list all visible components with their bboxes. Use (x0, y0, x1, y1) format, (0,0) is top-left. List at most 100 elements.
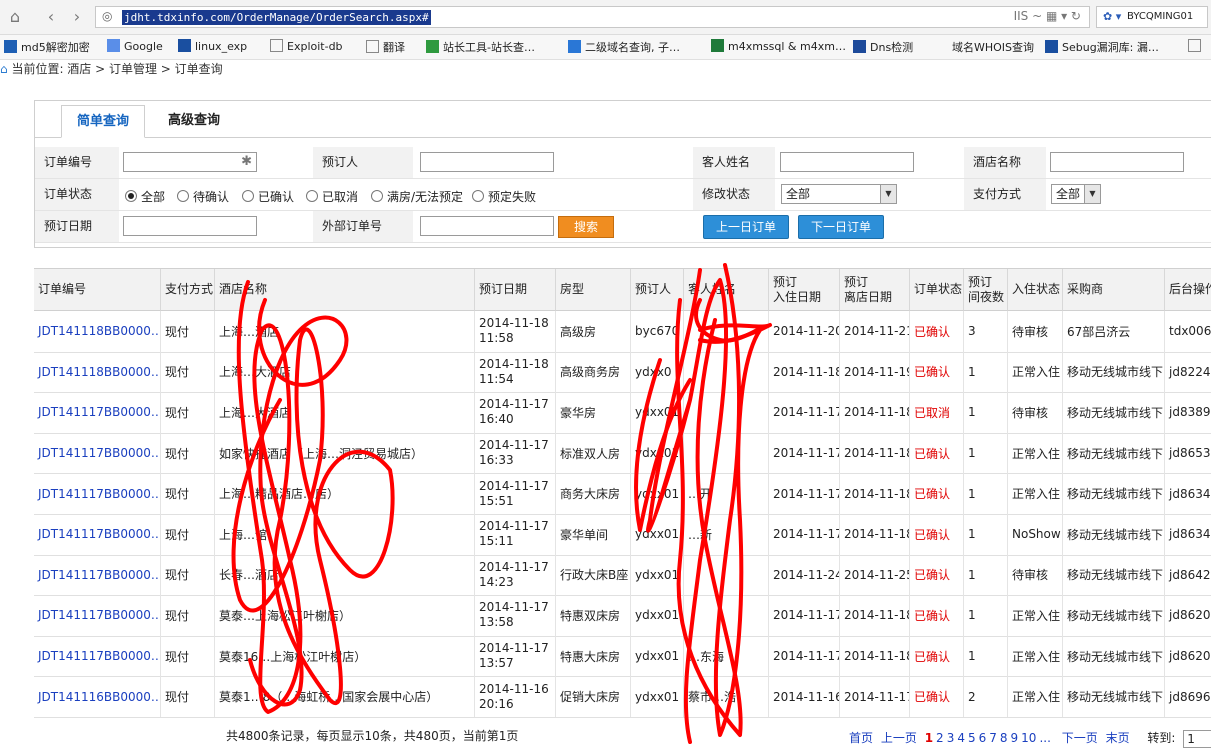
bookmark-item[interactable]: 二级域名查询, 子… (568, 39, 680, 55)
status-radio-pending[interactable]: 待确认 (177, 188, 229, 205)
operator-cell: jd8620 (1165, 595, 1211, 636)
table-row[interactable]: JDT141118BB0000… 现付 上海…酒店 2014-11-18 11:58 高… (34, 311, 1211, 353)
goto-page-input[interactable]: 1 (1183, 729, 1211, 748)
operator-cell: jd8634 (1165, 473, 1211, 514)
bookmark-label: 二级域名查询, 子… (585, 41, 680, 54)
room-type-cell: 高级房 (556, 311, 631, 352)
bookmark-item[interactable]: Exploit-db (270, 39, 343, 53)
google-icon (107, 39, 120, 52)
hotel-name-label: 酒店名称 (964, 147, 1046, 178)
guest-name-input[interactable] (780, 152, 914, 172)
hotel-name-input[interactable] (1050, 152, 1184, 172)
globe-icon: ◎ (102, 9, 113, 23)
table-row[interactable]: JDT141117BB0000… 现付 如家快捷酒店（上海…洞泾贸易城店） 2014-… (34, 432, 1211, 475)
table-row[interactable]: JDT141117BB0000… 现付 上海…大酒店 2014-11-17 16:40… (34, 392, 1211, 434)
page-number-link[interactable]: 9 (1011, 731, 1019, 745)
home-icon[interactable]: ⌂ (4, 6, 26, 28)
column-header: 订单状态 (910, 269, 964, 311)
page-number-link[interactable]: 3 (947, 731, 955, 745)
bookmark-item[interactable]: 站长工具-站长查… (426, 39, 535, 55)
order-no-link[interactable]: JDT141118BB0000… (34, 351, 161, 393)
bookmark-item[interactable] (1188, 39, 1205, 53)
booking-date-cell: 2014-11-17 16:33 (475, 432, 556, 474)
status-radio-all[interactable]: 全部 (125, 188, 165, 205)
status-radio-confirmed[interactable]: 已确认 (242, 188, 294, 205)
purchaser-cell: 移动无线城市线下 (1063, 351, 1165, 393)
order-no-link[interactable]: JDT141117BB0000… (34, 514, 161, 555)
purchaser-cell: 移动无线城市线下 (1063, 676, 1165, 717)
column-header: 房型 (556, 269, 631, 311)
page-number-link[interactable]: 1 (925, 731, 933, 745)
page-icon (270, 39, 283, 52)
first-page-link[interactable]: 首页 (849, 731, 873, 745)
purchaser-cell: 移动无线城市线下 (1063, 392, 1165, 433)
next-day-button[interactable]: 下一日订单 (798, 215, 884, 239)
url-text[interactable]: jdht.tdxinfo.com/OrderManage/OrderSearch… (122, 10, 431, 25)
back-icon[interactable]: ‹ (40, 6, 62, 28)
order-no-link[interactable]: JDT141116BB0000… (34, 676, 161, 717)
tab-simple-search[interactable]: 简单查询 (61, 105, 145, 138)
payment-select[interactable]: 全部 ▼ (1051, 184, 1101, 204)
external-order-input[interactable] (420, 216, 554, 236)
operator-cell: jd8224 (1165, 352, 1211, 393)
table-row[interactable]: JDT141117BB0000… 现付 上海…精品酒店…店） 2014-11-17 1… (34, 473, 1211, 515)
order-no-link[interactable]: JDT141117BB0000… (34, 595, 161, 636)
order-no-input[interactable]: ✱ (123, 152, 257, 172)
page-number-link[interactable]: 4 (957, 731, 965, 745)
table-row[interactable]: JDT141118BB0000… 现付 上海…大酒店 2014-11-18 11:54… (34, 351, 1211, 394)
home-icon: ⌂ (0, 62, 8, 76)
page-number-link[interactable]: ... (1039, 731, 1050, 745)
table-row[interactable]: JDT141117BB0000… 现付 莫泰…上海松江叶榭店） 2014-11-17 … (34, 595, 1211, 637)
order-no-link[interactable]: JDT141117BB0000… (34, 392, 161, 433)
table-row[interactable]: JDT141116BB0000… 现付 莫泰1…8（…海虹桥…国家会展中心店） 201… (34, 676, 1211, 718)
checkin-date-cell: 2014-11-17 (769, 432, 840, 474)
bookmark-item[interactable]: Dns检测 (853, 39, 913, 55)
table-row[interactable]: JDT141117BB0000… 现付 莫泰16…上海松江叶榭店） 2014-11-1… (34, 635, 1211, 678)
order-no-link[interactable]: JDT141117BB0000… (34, 473, 161, 514)
radio-label: 已确认 (258, 190, 295, 204)
bookmark-item[interactable]: m4xmssql & m4xm… (711, 39, 846, 53)
stay-status-cell: 正常入住 (1008, 635, 1063, 677)
tab-advanced-search[interactable]: 高级查询 (153, 105, 235, 136)
booking-date-cell: 2014-11-16 20:16 (475, 676, 556, 717)
bookmark-label: linux_exp (195, 40, 248, 53)
booking-date-input[interactable] (123, 216, 257, 236)
page-number-link[interactable]: 10 (1021, 731, 1036, 745)
status-radio-cancelled[interactable]: 已取消 (306, 188, 358, 205)
table-row[interactable]: JDT141117BB0000… 现付 上海…馆 2014-11-17 15:11 豪华… (34, 514, 1211, 556)
bookmark-item[interactable]: 翻译 (366, 39, 405, 55)
bookmark-item[interactable]: 域名WHOIS查询 (952, 39, 1034, 55)
address-bar[interactable]: ◎ jdht.tdxinfo.com/OrderManage/OrderSear… (95, 6, 1090, 28)
prev-day-button[interactable]: 上一日订单 (703, 215, 789, 239)
bookmark-item[interactable]: md5解密加密 (4, 39, 90, 55)
profile-box[interactable]: ✿ ▾ BYCQMING01 (1096, 6, 1208, 28)
order-no-link[interactable]: JDT141117BB0000… (34, 635, 161, 677)
bookmark-item[interactable]: linux_exp (178, 39, 247, 53)
order-no-link[interactable]: JDT141117BB0000… (34, 432, 161, 474)
prev-page-link[interactable]: 上一页 (881, 731, 917, 745)
bookmark-item[interactable]: Google (107, 39, 163, 53)
nights-cell: 1 (964, 392, 1008, 433)
table-row[interactable]: JDT141117BB0000… 现付 长春…酒店 2014-11-17 14:23 行… (34, 554, 1211, 597)
booker-input[interactable] (420, 152, 554, 172)
page-number-link[interactable]: 8 (1000, 731, 1008, 745)
search-button[interactable]: 搜索 (558, 216, 614, 238)
page-number-link[interactable]: 7 (989, 731, 997, 745)
status-radio-failed[interactable]: 预定失败 (472, 188, 536, 205)
page-number-link[interactable]: 2 (936, 731, 944, 745)
page-number-link[interactable]: 6 (979, 731, 987, 745)
forward-icon[interactable]: › (66, 6, 88, 28)
next-page-link[interactable]: 下一页 (1062, 731, 1098, 745)
page-number-link[interactable]: 5 (968, 731, 976, 745)
modify-status-select[interactable]: 全部 ▼ (781, 184, 897, 204)
order-no-link[interactable]: JDT141118BB0000… (34, 311, 161, 352)
status-radio-full[interactable]: 满房/无法预定 (371, 188, 463, 205)
booker-cell: ydxx01 (631, 595, 684, 636)
payment-cell: 现付 (161, 554, 215, 596)
bookmark-item[interactable]: Sebug漏洞库: 漏… (1045, 39, 1159, 55)
nights-cell: 1 (964, 595, 1008, 636)
last-page-link[interactable]: 末页 (1106, 731, 1130, 745)
column-header: 预订人 (631, 269, 684, 311)
order-no-link[interactable]: JDT141117BB0000… (34, 554, 161, 596)
order-no-label: 订单编号 (35, 147, 119, 178)
